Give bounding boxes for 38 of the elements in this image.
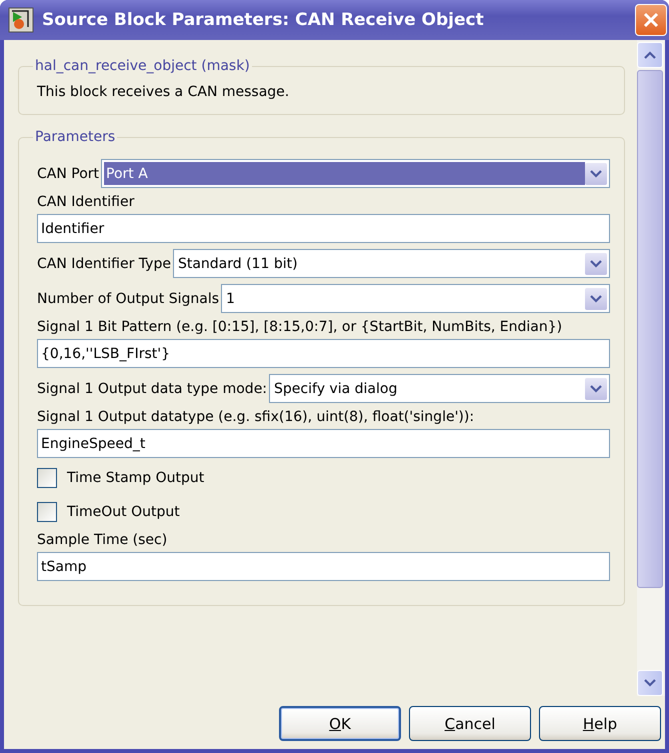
window-title: Source Block Parameters: CAN Receive Object — [42, 10, 485, 30]
dialog-button[interactable]: OK — [279, 706, 401, 741]
close-icon — [642, 11, 660, 29]
dialog-button[interactable]: Help — [539, 706, 661, 741]
scroll-up-icon[interactable] — [637, 42, 663, 68]
scrollbar[interactable] — [637, 40, 665, 696]
field-label: Number of Output Signals — [37, 290, 220, 306]
field-label: CAN Identifier Type — [37, 256, 171, 272]
scroll-down-icon[interactable] — [637, 670, 663, 696]
block-icon — [8, 7, 34, 33]
dropdown[interactable]: Specify via dialog — [269, 374, 610, 403]
group-title: Parameters — [34, 129, 116, 145]
input-field[interactable]: Identifier — [37, 214, 610, 243]
dropdown[interactable]: Port A — [101, 159, 610, 188]
input-field[interactable]: tSamp — [37, 552, 610, 581]
chevron-down-icon — [585, 162, 607, 184]
dropdown[interactable]: 1 — [221, 284, 610, 313]
field-label: Sample Time (sec) — [37, 532, 168, 548]
close-button[interactable] — [635, 4, 667, 36]
chevron-down-icon — [585, 252, 607, 274]
input-field[interactable]: {0,16,''LSB_FIrst'} — [37, 339, 610, 368]
description-text: This block receives a CAN message. — [37, 84, 290, 100]
chevron-down-icon — [585, 378, 607, 400]
checkbox-label: Time Stamp Output — [67, 470, 204, 486]
checkbox-label: TimeOut Output — [67, 504, 180, 520]
checkbox[interactable] — [37, 502, 57, 522]
group-title: hal_can_receive_object (mask) — [34, 58, 251, 74]
field-label: Signal 1 Bit Pattern (e.g. [0:15], [8:15,0:7], or {StartBit, NumBits, Endian}) — [37, 319, 564, 335]
field-label: Signal 1 Output datatype (e.g. sfix(16), uint(8), float('single')): — [37, 409, 476, 425]
dropdown[interactable]: Standard (11 bit) — [172, 249, 610, 278]
field-label: CAN Port — [37, 166, 100, 182]
dialog-button[interactable]: Cancel — [409, 706, 531, 741]
chevron-down-icon — [585, 288, 607, 310]
field-label: Signal 1 Output data type mode: — [37, 380, 268, 396]
checkbox[interactable] — [37, 468, 57, 488]
input-field[interactable]: EngineSpeed_t — [37, 429, 610, 458]
field-label: CAN Identifier — [37, 194, 136, 210]
scroll-thumb[interactable] — [637, 70, 663, 588]
